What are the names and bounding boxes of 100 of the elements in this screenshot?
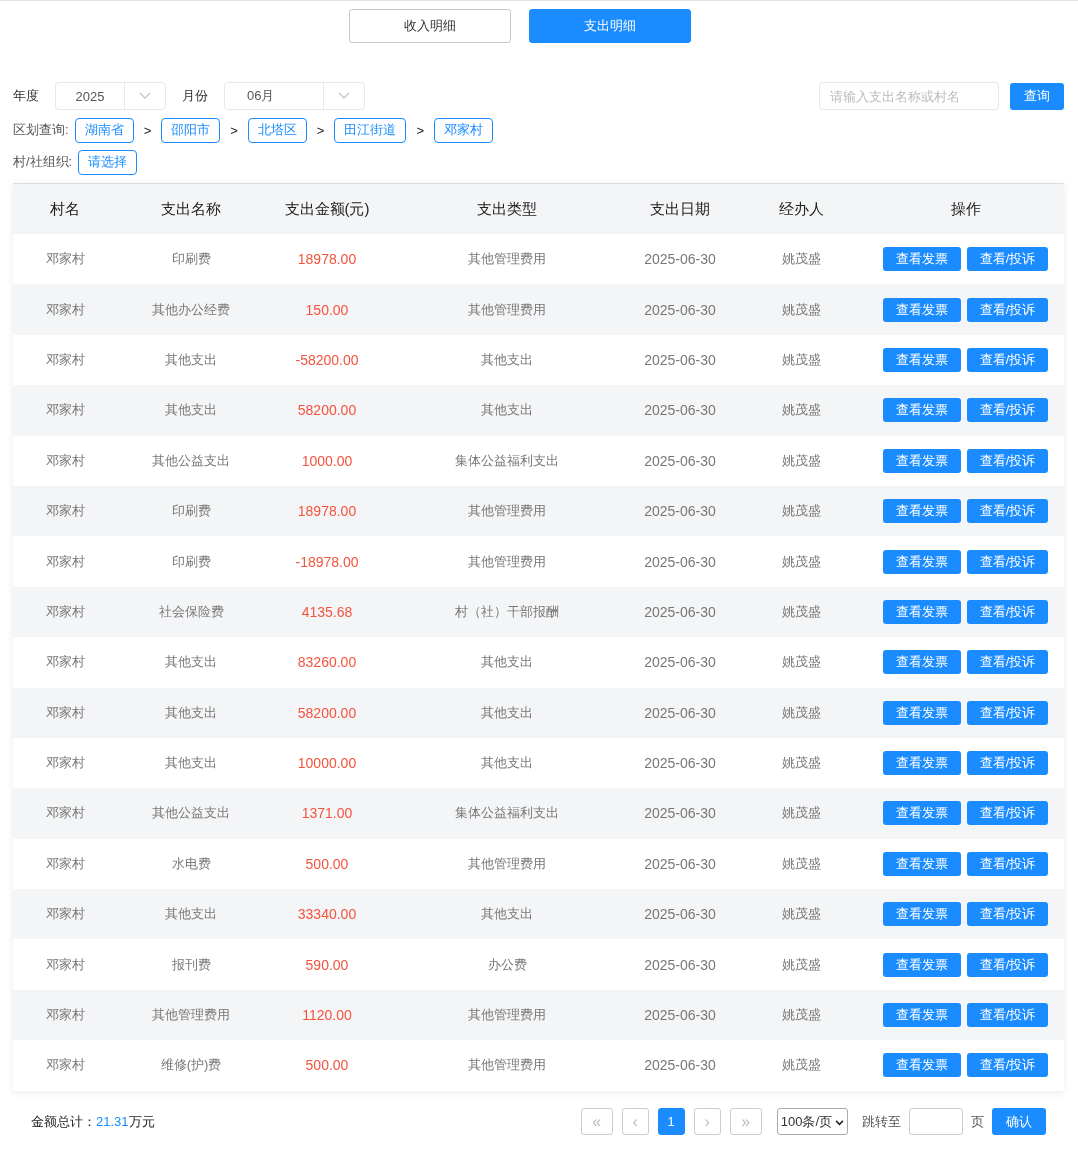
table-cell: 18978.00 <box>297 251 357 268</box>
view-invoice-button[interactable]: 查看发票 <box>882 650 961 675</box>
table-cell: 其他支出 <box>481 351 533 367</box>
table-cell: 姚茂盛 <box>781 855 821 871</box>
view-invoice-button[interactable]: 查看发票 <box>882 549 961 574</box>
confirm-button[interactable]: 确认 <box>992 1108 1046 1136</box>
view-invoice-button[interactable]: 查看发票 <box>882 599 961 624</box>
complaint-button[interactable]: 查看/投诉 <box>966 650 1049 675</box>
table-cell: 邓家村 <box>45 301 85 317</box>
table-cell: 其他管理费用 <box>468 1057 546 1073</box>
view-invoice-button[interactable]: 查看发票 <box>882 851 961 876</box>
search-field[interactable]: 请输入支出名称或村名 <box>819 82 999 110</box>
table-cell: 姚茂盛 <box>781 603 821 619</box>
organization-select[interactable]: 请选择 <box>78 149 138 175</box>
view-invoice-button[interactable]: 查看发票 <box>882 952 961 977</box>
table-cell: 590.00 <box>305 956 349 973</box>
view-invoice-button[interactable]: 查看发票 <box>882 1003 961 1028</box>
table-cell: 58200.00 <box>297 704 357 721</box>
complaint-button[interactable]: 查看/投诉 <box>966 499 1049 524</box>
region-chip[interactable]: 邓家村 <box>434 117 493 143</box>
table-cell: 邓家村 <box>45 1007 85 1023</box>
region-chip[interactable]: 田江街道 <box>334 117 407 143</box>
table-cell: 邓家村 <box>45 1057 85 1073</box>
table-cell: 58200.00 <box>297 402 357 419</box>
complaint-button[interactable]: 查看/投诉 <box>966 247 1049 272</box>
table-cell: 2025-06-30 <box>644 906 716 923</box>
chevron-down-icon <box>139 92 151 100</box>
view-invoice-button[interactable]: 查看发票 <box>882 347 961 372</box>
table-cell: 姚茂盛 <box>781 654 821 670</box>
page-size-select[interactable]: 100条/页 <box>776 1108 848 1136</box>
column-header: 支出日期 <box>649 199 711 219</box>
complaint-button[interactable]: 查看/投诉 <box>966 1003 1049 1028</box>
select-field[interactable]: 2025 <box>55 82 166 110</box>
view-invoice-button[interactable]: 查看发票 <box>882 801 961 826</box>
table-cell: 办公费 <box>487 956 527 972</box>
table-cell: 邓家村 <box>45 906 85 922</box>
table-cell: 其他支出 <box>481 906 533 922</box>
table-cell: 邓家村 <box>45 855 85 871</box>
table-cell: 1371.00 <box>301 805 353 822</box>
organization-label: 村/社组织: <box>13 153 73 171</box>
table-cell: 500.00 <box>305 1057 349 1074</box>
next-page-button[interactable]: › <box>693 1108 721 1136</box>
view-invoice-button[interactable]: 查看发票 <box>882 448 961 473</box>
complaint-button[interactable]: 查看/投诉 <box>966 448 1049 473</box>
total-unit: 万元 <box>128 1113 155 1129</box>
last-page-button[interactable]: » <box>729 1108 762 1136</box>
chevron-down-icon <box>835 1120 844 1127</box>
view-invoice-button[interactable]: 查看发票 <box>882 751 961 776</box>
complaint-button[interactable]: 查看/投诉 <box>966 549 1049 574</box>
complaint-button[interactable]: 查看/投诉 <box>966 851 1049 876</box>
table-cell: 其他办公经费 <box>152 301 230 317</box>
region-chip[interactable]: 北塔区 <box>247 117 307 143</box>
complaint-button[interactable]: 查看/投诉 <box>966 297 1049 322</box>
table-cell: 2025-06-30 <box>644 402 716 419</box>
view-invoice-button[interactable]: 查看发票 <box>882 1053 961 1078</box>
complaint-button[interactable]: 查看/投诉 <box>966 751 1049 776</box>
complaint-button[interactable]: 查看/投诉 <box>966 801 1049 826</box>
tab[interactable]: 收入明细 <box>349 9 511 43</box>
view-invoice-button[interactable]: 查看发票 <box>882 902 961 927</box>
table-cell: 邓家村 <box>45 452 85 468</box>
table-cell: 2025-06-30 <box>644 553 716 570</box>
view-invoice-button[interactable]: 查看发票 <box>882 297 961 322</box>
region-chip[interactable]: 湖南省 <box>74 117 134 143</box>
table-cell: 其他支出 <box>165 704 217 720</box>
complaint-button[interactable]: 查看/投诉 <box>966 700 1049 725</box>
table-cell: 2025-06-30 <box>644 1007 716 1024</box>
table-cell: 2025-06-30 <box>644 1057 716 1074</box>
complaint-button[interactable]: 查看/投诉 <box>966 1053 1049 1078</box>
table-cell: 姚茂盛 <box>781 906 821 922</box>
table-cell: 2025-06-30 <box>644 251 716 268</box>
table-cell: 33340.00 <box>297 906 357 923</box>
table-cell: 姚茂盛 <box>781 402 821 418</box>
filter-label: 年度 <box>13 87 39 105</box>
page-input[interactable] <box>909 1108 963 1136</box>
first-page-button[interactable]: « <box>580 1108 613 1136</box>
table-cell: 其他管理费用 <box>152 1007 230 1023</box>
table-cell: 邓家村 <box>45 351 85 367</box>
search-button[interactable]: 查询 <box>1010 82 1064 110</box>
table-cell: 2025-06-30 <box>644 452 716 469</box>
previous-page-button[interactable]: ‹ <box>621 1108 649 1136</box>
view-invoice-button[interactable]: 查看发票 <box>882 499 961 524</box>
complaint-button[interactable]: 查看/投诉 <box>966 599 1049 624</box>
region-chip[interactable]: 邵阳市 <box>161 117 221 143</box>
view-invoice-button[interactable]: 查看发票 <box>882 398 961 423</box>
table-cell: 其他支出 <box>165 402 217 418</box>
column-header: 经办人 <box>777 199 825 219</box>
view-invoice-button[interactable]: 查看发票 <box>882 247 961 272</box>
breadcrumb-separator: > <box>416 122 424 138</box>
table-cell: 水电费 <box>171 855 211 871</box>
breadcrumb-separator: > <box>316 122 325 138</box>
table-cell: 其他公益支出 <box>152 805 230 821</box>
tab[interactable]: 支出明细 <box>529 9 691 43</box>
page-button[interactable]: 1 <box>657 1108 685 1136</box>
region-label: 区划查询: <box>13 121 69 139</box>
select-field[interactable]: 06月 <box>224 82 365 110</box>
complaint-button[interactable]: 查看/投诉 <box>966 398 1049 423</box>
complaint-button[interactable]: 查看/投诉 <box>966 347 1049 372</box>
view-invoice-button[interactable]: 查看发票 <box>882 700 961 725</box>
complaint-button[interactable]: 查看/投诉 <box>966 952 1049 977</box>
complaint-button[interactable]: 查看/投诉 <box>966 902 1049 927</box>
